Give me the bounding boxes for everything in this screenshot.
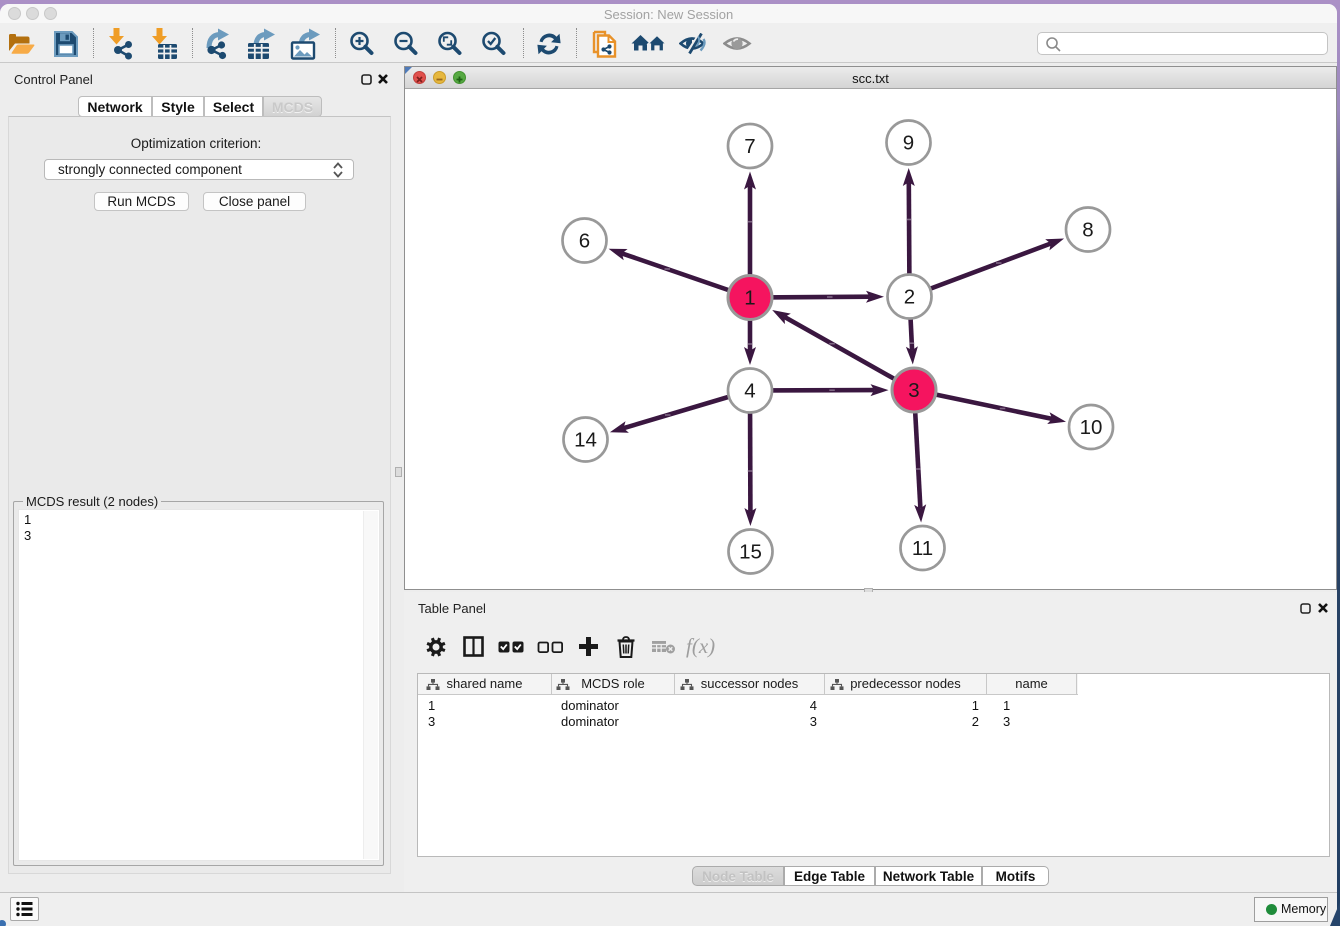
svg-text:1: 1 [744,287,755,310]
svg-text:11: 11 [912,537,933,560]
svg-text:2: 2 [904,286,915,309]
svg-text:3: 3 [908,379,919,402]
svg-text:10: 10 [1080,416,1103,439]
svg-text:9: 9 [903,132,914,155]
svg-text:4: 4 [744,380,755,403]
svg-text:8: 8 [1082,219,1093,242]
svg-text:15: 15 [739,541,762,564]
svg-text:14: 14 [574,429,597,452]
svg-text:7: 7 [744,135,755,158]
svg-text:6: 6 [579,230,590,253]
